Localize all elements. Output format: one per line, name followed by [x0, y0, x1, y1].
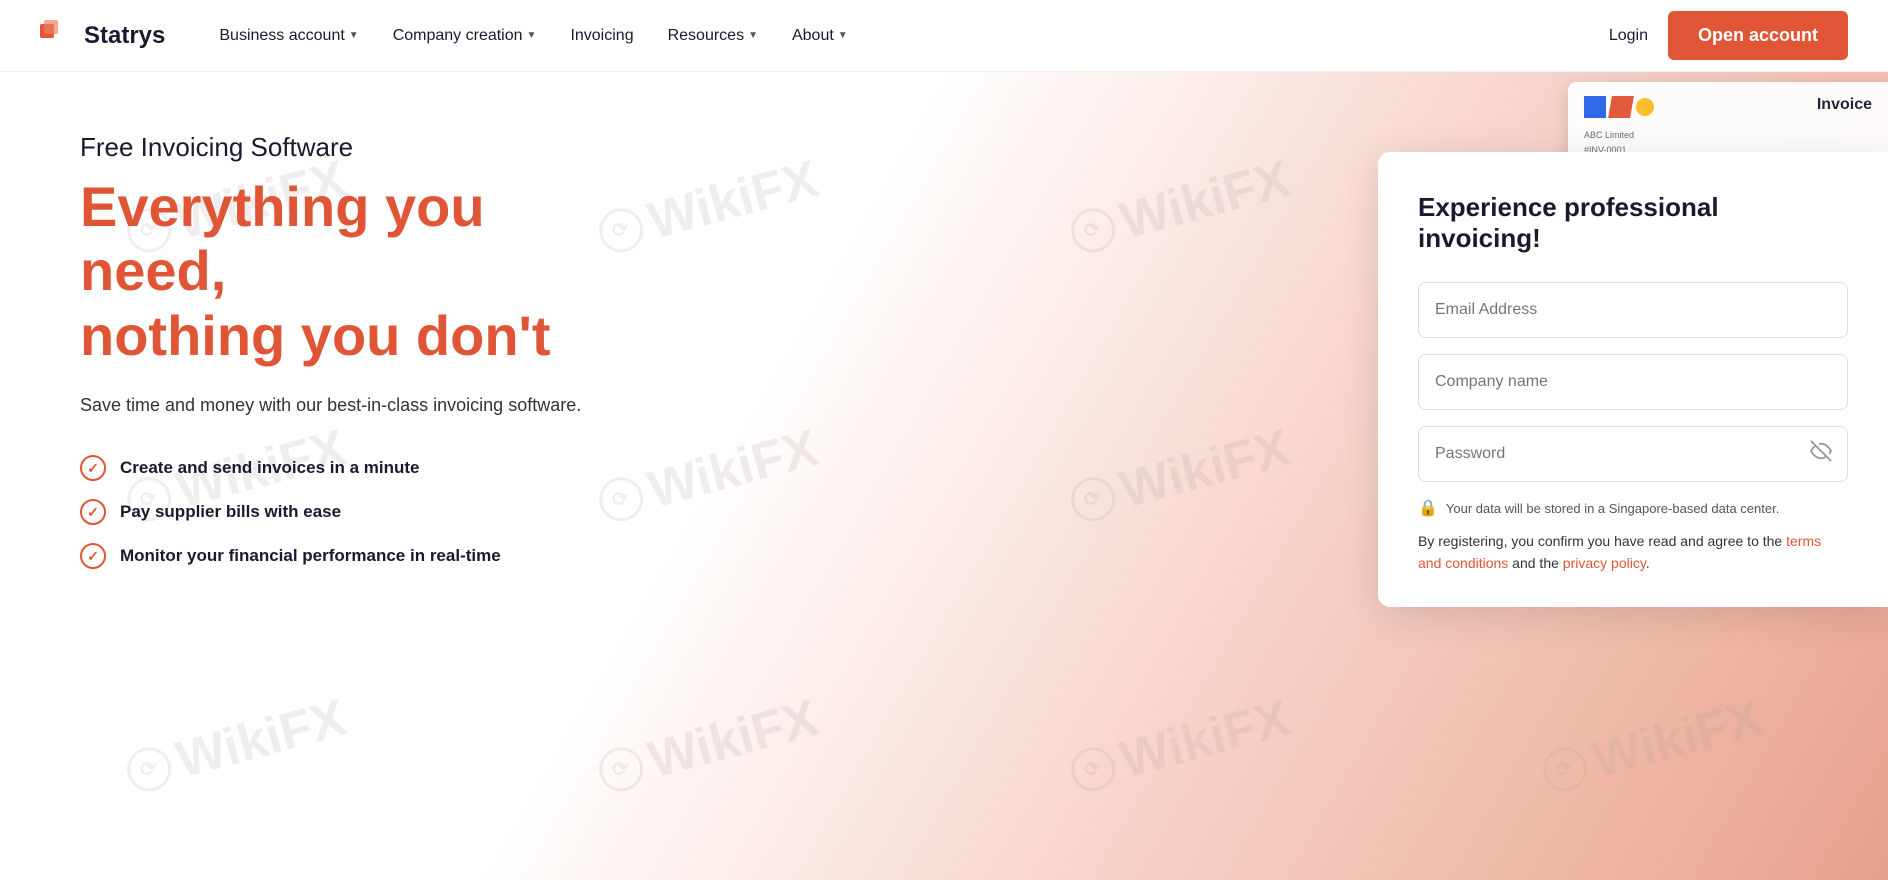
logo[interactable]: Statrys — [40, 18, 165, 54]
logo-icon — [40, 18, 76, 54]
nav-business-account[interactable]: Business account ▼ — [205, 19, 372, 53]
nav-company-creation[interactable]: Company creation ▼ — [379, 19, 551, 53]
nav-about[interactable]: About ▼ — [778, 19, 862, 53]
nav-invoicing[interactable]: Invoicing — [556, 19, 647, 53]
feature-list: Create and send invoices in a minute Pay… — [80, 455, 620, 569]
shape-red — [1608, 96, 1634, 118]
chevron-down-icon: ▼ — [527, 30, 537, 41]
form-title: Experience professional invoicing! — [1418, 192, 1848, 254]
invoice-logo — [1584, 96, 1654, 118]
nav-resources[interactable]: Resources ▼ — [654, 19, 772, 53]
feature-text-2: Pay supplier bills with ease — [120, 502, 341, 522]
chevron-down-icon: ▼ — [748, 30, 758, 41]
email-group — [1418, 282, 1848, 338]
privacy-policy-link[interactable]: privacy policy — [1563, 555, 1646, 571]
navbar: Statrys Business account ▼ Company creat… — [0, 0, 1888, 72]
terms-text: By registering, you confirm you have rea… — [1418, 530, 1848, 575]
chevron-down-icon: ▼ — [349, 30, 359, 41]
email-input[interactable] — [1418, 282, 1848, 338]
shape-blue — [1584, 96, 1606, 118]
feature-text-1: Create and send invoices in a minute — [120, 458, 419, 478]
hero-subtitle: Save time and money with our best-in-cla… — [80, 392, 600, 419]
feature-item-2: Pay supplier bills with ease — [80, 499, 620, 525]
hero-left: Free Invoicing Software Everything you n… — [0, 72, 680, 880]
toggle-password-icon[interactable] — [1810, 440, 1832, 468]
login-button[interactable]: Login — [1609, 27, 1648, 45]
nav-right: Login Open account — [1609, 11, 1848, 60]
hero-right: Invoice ABC Limited #INV-0001 101 Madiso… — [680, 72, 1888, 880]
invoice-preview-header: Invoice — [1568, 82, 1888, 128]
feature-item-1: Create and send invoices in a minute — [80, 455, 620, 481]
hero-section: ⟳WikiFX ⟳WikiFX ⟳WikiFX ⟳WikiFX ⟳WikiFX … — [0, 72, 1888, 880]
chevron-down-icon: ▼ — [838, 30, 848, 41]
hero-headline: Everything you need, nothing you don't — [80, 175, 620, 368]
shape-yellow — [1636, 98, 1654, 116]
lock-icon: 🔒 — [1418, 498, 1438, 518]
data-security-note: 🔒 Your data will be stored in a Singapor… — [1418, 498, 1848, 518]
logo-text: Statrys — [84, 22, 165, 50]
password-input[interactable] — [1418, 426, 1848, 482]
check-icon-1 — [80, 455, 106, 481]
nav-links: Business account ▼ Company creation ▼ In… — [205, 19, 1608, 53]
free-invoicing-label: Free Invoicing Software — [80, 132, 620, 163]
feature-item-3: Monitor your financial performance in re… — [80, 543, 620, 569]
feature-text-3: Monitor your financial performance in re… — [120, 546, 501, 566]
open-account-button[interactable]: Open account — [1668, 11, 1848, 60]
signup-form-card: Experience professional invoicing! — [1378, 152, 1888, 607]
company-group — [1418, 354, 1848, 410]
password-group — [1418, 426, 1848, 482]
company-name-input[interactable] — [1418, 354, 1848, 410]
check-icon-3 — [80, 543, 106, 569]
invoice-title: Invoice — [1817, 96, 1872, 114]
check-icon-2 — [80, 499, 106, 525]
